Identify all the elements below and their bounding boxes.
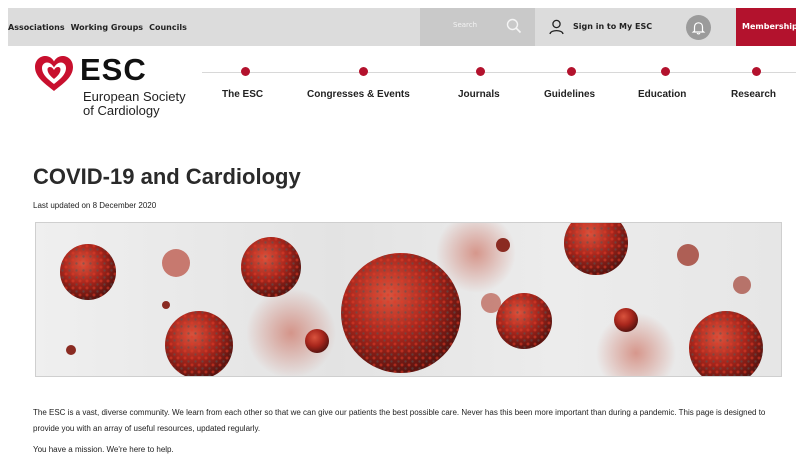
logo-acronym: ESC bbox=[80, 52, 147, 87]
nav-dot bbox=[359, 67, 368, 76]
user-icon bbox=[549, 19, 564, 35]
last-updated: Last updated on 8 December 2020 bbox=[33, 201, 157, 210]
bell-icon bbox=[691, 22, 706, 35]
signin-label: Sign in to My ESC bbox=[573, 22, 653, 31]
hero-image-coronavirus bbox=[35, 222, 782, 377]
nav-item-research[interactable]: Research bbox=[731, 89, 776, 100]
page-title: COVID-19 and Cardiology bbox=[33, 164, 301, 189]
nav-item-guidelines[interactable]: Guidelines bbox=[544, 89, 595, 100]
logo-fullname: European Society of Cardiology bbox=[83, 90, 186, 118]
intro-paragraph: The ESC is a vast, diverse community. We… bbox=[33, 408, 766, 433]
esc-logo[interactable]: ESC European Society of Cardiology bbox=[33, 52, 203, 124]
search-placeholder: Search bbox=[453, 21, 478, 29]
esc-heart-logo-icon bbox=[35, 56, 73, 91]
nav-dot bbox=[241, 67, 250, 76]
logo-name-line2: of Cardiology bbox=[83, 103, 160, 118]
nav-item-education[interactable]: Education bbox=[638, 89, 686, 100]
nav-item-congresses-events[interactable]: Congresses & Events bbox=[307, 89, 410, 100]
utility-links: Associations Working Groups Councils bbox=[8, 8, 193, 46]
search-input[interactable]: Search bbox=[420, 8, 535, 46]
link-councils[interactable]: Councils bbox=[149, 23, 187, 32]
link-working-groups[interactable]: Working Groups bbox=[71, 23, 143, 32]
nav-dot bbox=[752, 67, 761, 76]
top-utility-bar: Associations Working Groups Councils Sea… bbox=[8, 8, 796, 46]
nav-item-the-esc[interactable]: The ESC bbox=[222, 89, 263, 100]
membership-button[interactable]: Membership bbox=[736, 8, 796, 46]
tagline: You have a mission. We're here to help. bbox=[33, 445, 174, 454]
nav-item-journals[interactable]: Journals bbox=[458, 89, 500, 100]
logo-name-line1: European Society bbox=[83, 89, 186, 104]
search-icon[interactable] bbox=[506, 18, 522, 34]
link-associations[interactable]: Associations bbox=[8, 23, 65, 32]
nav-dot bbox=[476, 67, 485, 76]
nav-divider bbox=[202, 72, 796, 73]
nav-dot bbox=[661, 67, 670, 76]
virus-illustration bbox=[60, 223, 763, 376]
nav-dot bbox=[567, 67, 576, 76]
notifications-button[interactable] bbox=[686, 15, 711, 40]
signin-button[interactable]: Sign in to My ESC bbox=[535, 8, 682, 46]
